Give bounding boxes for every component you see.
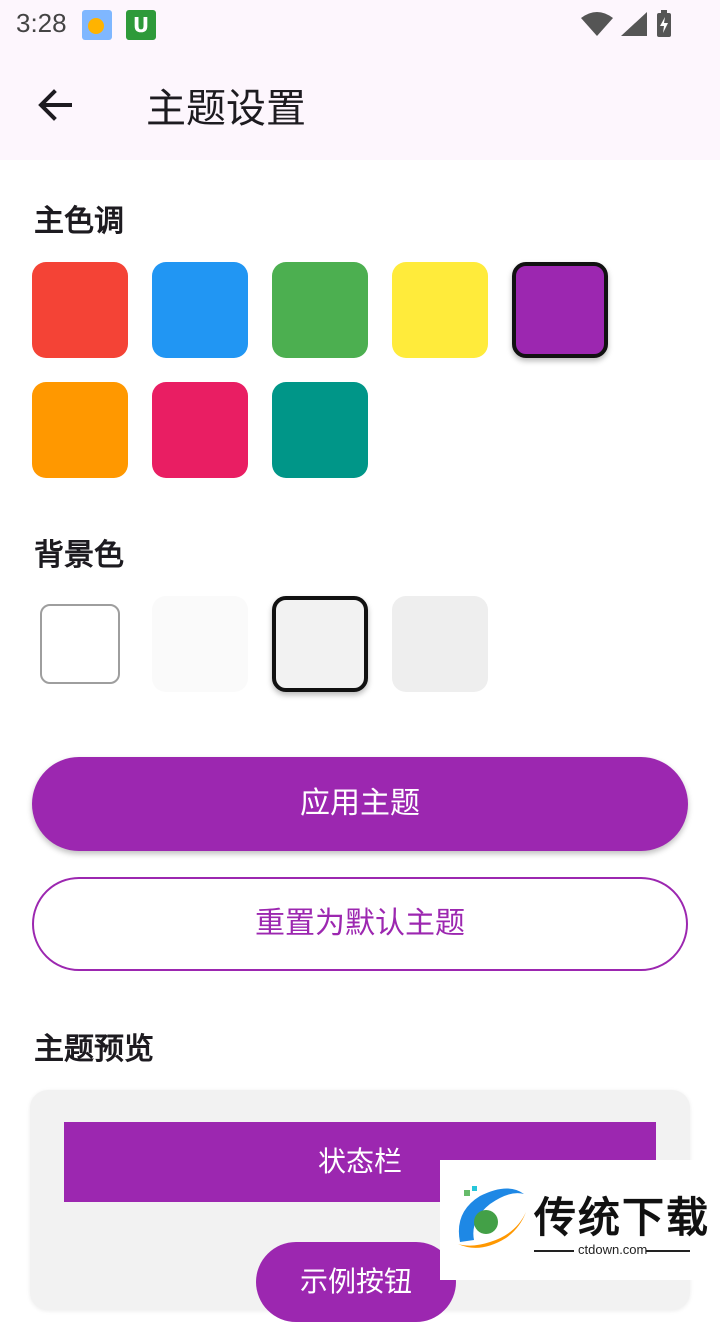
primary-swatch-purple[interactable] [512,262,608,358]
watermark-text: 传统下载 [534,1193,711,1242]
battery-charging-icon [657,10,671,37]
watermark-logo-icon [458,1186,526,1248]
cell-signal-icon [620,12,647,36]
primary-swatch-orange[interactable] [32,382,128,478]
apply-theme-button[interactable]: 应用主题 [32,757,688,851]
background-swatch-light-gray[interactable] [272,596,368,692]
primary-swatch-teal[interactable] [272,382,368,478]
primary-swatch-blue[interactable] [152,262,248,358]
background-color-title: 背景色 [34,538,124,573]
app-bar: 主题设置 [0,50,720,160]
system-icons [580,10,674,40]
watermark-divider-right [646,1250,690,1252]
watermark: 传统下载 ctdown.com [440,1160,720,1280]
background-swatch-white[interactable] [40,604,120,684]
primary-color-title: 主色调 [34,204,124,239]
status-bar: 3:28 U [0,0,720,50]
primary-swatch-pink[interactable] [152,382,248,478]
primary-swatch-green[interactable] [272,262,368,358]
reset-theme-button[interactable]: 重置为默认主题 [32,877,688,971]
background-swatch-gray[interactable] [392,596,488,692]
primary-swatch-yellow[interactable] [392,262,488,358]
primary-swatch-red[interactable] [32,262,128,358]
preview-title: 主题预览 [34,1032,154,1067]
wifi-icon [580,12,613,36]
back-button[interactable] [30,78,84,132]
status-time: 3:28 [16,8,67,38]
background-swatch-off-white[interactable] [152,596,248,692]
watermark-divider-left [534,1250,574,1252]
arrow-left-icon [38,89,72,121]
weather-icon [82,10,112,40]
watermark-domain: ctdown.com [578,1242,648,1257]
page-title: 主题设置 [146,86,306,132]
preview-sample-button[interactable]: 示例按钮 [256,1242,456,1322]
app-u-icon: U [126,10,156,40]
